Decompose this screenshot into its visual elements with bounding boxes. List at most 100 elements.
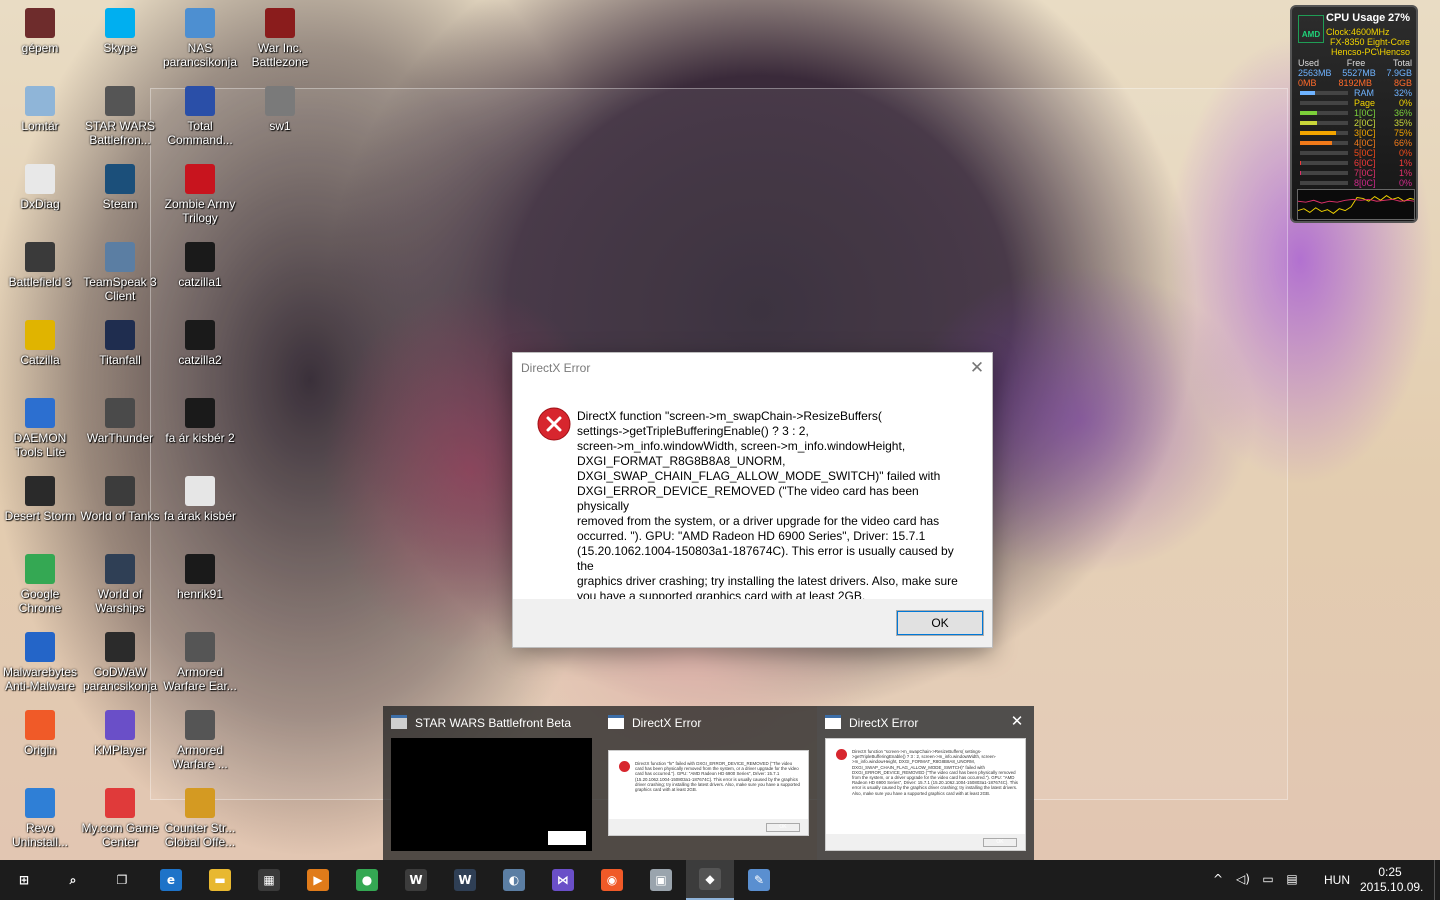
swap-total: 8GB — [1393, 78, 1412, 88]
desktop-icon[interactable]: Desert Storm — [0, 470, 80, 546]
meter-value: 0% — [1398, 178, 1412, 188]
desktop-icon[interactable]: My.com Game Center — [80, 782, 160, 858]
desktop-icon[interactable]: NAS parancsikonja — [160, 2, 240, 78]
taskbar-origin[interactable]: ◉ — [588, 860, 636, 900]
desktop-icon-label: Titanfall — [99, 353, 141, 367]
desktop-icon[interactable]: Battlefield 3 — [0, 236, 80, 312]
desktop-icon[interactable]: Catzilla — [0, 314, 80, 390]
gadget-meter-row: 5[0C] 0% — [1298, 148, 1412, 158]
notifications-icon[interactable]: ▤ — [1282, 872, 1302, 888]
desktop-icon[interactable]: Malwarebytes Anti-Malware — [0, 626, 80, 702]
tray-chevron-icon[interactable]: ^ — [1210, 872, 1226, 888]
file-icon — [185, 242, 215, 272]
search-button[interactable]: ⌕ — [49, 860, 97, 900]
desktop-icon[interactable]: World of Tanks — [80, 470, 160, 546]
folder-icon: ▬ — [209, 869, 231, 891]
gadget-meter-row: Page 0% — [1298, 98, 1412, 108]
taskbar-edge[interactable]: e — [147, 860, 195, 900]
desktop-icon[interactable]: Titanfall — [80, 314, 160, 390]
desktop-icon-label: catzilla2 — [178, 353, 222, 367]
desktop-icon[interactable]: Revo Uninstall... — [0, 782, 80, 858]
taskbar-thumbnail[interactable]: DirectX Error DirectX function "hr" faile… — [600, 706, 817, 860]
desktop-icon[interactable]: Counter Str... Global Offe... — [160, 782, 240, 858]
media-player-icon: ▶ — [307, 869, 329, 891]
input-language[interactable]: HUN — [1324, 873, 1350, 887]
desktop-icon[interactable]: TeamSpeak 3 Client — [80, 236, 160, 312]
taskbar-thumbnail[interactable]: STAR WARS Battlefront Beta — [383, 706, 600, 860]
meter-bar — [1300, 91, 1348, 95]
star-wars-icon — [391, 715, 407, 729]
desktop-icon-label: Catzilla — [20, 353, 60, 367]
desktop-icon[interactable]: CoDWaW parancsikonja — [80, 626, 160, 702]
desktop-icon[interactable]: gépem — [0, 2, 80, 78]
desktop-icon-label: Origin — [23, 743, 56, 757]
desktop-icon-label: World of Warships — [95, 587, 145, 615]
taskbar-thumbnail[interactable]: DirectX Error ✕ DirectX function "screen->… — [817, 706, 1034, 860]
taskbar-kmplayer[interactable]: ⋈ — [539, 860, 587, 900]
desktop-icon[interactable]: Lomtár — [0, 80, 80, 156]
desktop-icon[interactable]: fa árak kisbér — [160, 470, 240, 546]
desktop-icon[interactable]: WarThunder — [80, 392, 160, 468]
desktop-icon[interactable]: DAEMON Tools Lite — [0, 392, 80, 468]
desktop-icon[interactable]: sw1 — [240, 80, 320, 156]
desktop-icon[interactable]: fa ár kisbér 2 — [160, 392, 240, 468]
start-button[interactable]: ⊞ — [0, 860, 48, 900]
taskbar-store[interactable]: ▦ — [245, 860, 293, 900]
mini-ok-button: OK — [766, 823, 800, 832]
tray-clock[interactable]: 0:25 2015.10.09. — [1360, 865, 1423, 895]
desktop-icon[interactable]: World of Warships — [80, 548, 160, 624]
taskbar-world-of-warships[interactable]: W — [441, 860, 489, 900]
meter-value: 0% — [1398, 98, 1412, 108]
volume-icon[interactable]: ◁) — [1232, 872, 1254, 888]
desktop-icon[interactable]: STAR WARS Battlefron... — [80, 80, 160, 156]
taskbar-chrome[interactable]: ● — [343, 860, 391, 900]
desktop-icon[interactable]: henrik91 — [160, 548, 240, 624]
error-message-line: DirectX function "screen->m_swapChain->R… — [577, 409, 882, 423]
desktop-icon[interactable]: catzilla2 — [160, 314, 240, 390]
star-wars-icon — [105, 86, 135, 116]
show-desktop-button[interactable] — [1434, 860, 1440, 900]
desert-storm-icon — [25, 476, 55, 506]
desktop-icon-label: War Inc. Battlezone — [251, 41, 309, 69]
war-thunder-icon — [105, 398, 135, 428]
task-view-button[interactable]: ❐ — [98, 860, 146, 900]
host-name: Hencso-PC\Hencso — [1330, 47, 1410, 57]
desktop-icon-label: fa árak kisbér — [163, 509, 237, 523]
thumbnail-title: DirectX Error — [632, 716, 702, 730]
desktop-icon[interactable]: KMPlayer — [80, 704, 160, 780]
desktop-icon[interactable]: Origin — [0, 704, 80, 780]
desktop-icon[interactable]: Total Command... — [160, 80, 240, 156]
taskbar-dxdiag[interactable]: ▣ — [637, 860, 685, 900]
ok-button[interactable]: OK — [896, 610, 984, 636]
error-message-line: occurred. "). GPU: "AMD Radeon HD 6900 S… — [577, 529, 926, 543]
desktop-icon[interactable]: Zombie Army Trilogy — [160, 158, 240, 234]
csgo-icon — [185, 788, 215, 818]
taskbar-file-explorer[interactable]: ▬ — [196, 860, 244, 900]
thumbnail-close-button[interactable]: ✕ — [1008, 712, 1026, 732]
desktop-icon[interactable]: Google Chrome — [0, 548, 80, 624]
desktop-icon[interactable]: Steam — [80, 158, 160, 234]
desktop-icon[interactable]: Armored Warfare ... — [160, 704, 240, 780]
desktop-icon[interactable]: Skype — [80, 2, 160, 78]
desktop-icon[interactable]: War Inc. Battlezone — [240, 2, 320, 78]
network-icon[interactable]: ▭ — [1258, 872, 1278, 888]
desktop-icon[interactable]: DxDiag — [0, 158, 80, 234]
dialog-titlebar[interactable]: DirectX Error ✕ — [513, 353, 992, 383]
taskbar-teamspeak[interactable]: ◐ — [490, 860, 538, 900]
taskbar-star-wars[interactable]: ◆ — [686, 860, 734, 900]
meter-label: 8[0C] — [1354, 178, 1376, 188]
mem-free: 5527MB — [1342, 68, 1376, 78]
taskbar-world-of-tanks[interactable]: W — [392, 860, 440, 900]
error-message-line: screen->m_info.windowWidth, screen->m_in… — [577, 439, 906, 453]
taskbar-paint[interactable]: ✎ — [735, 860, 783, 900]
meter-bar — [1300, 111, 1348, 115]
cpu-usage-gadget[interactable]: AMD CPU Usage 27% Clock:4600MHz FX-8350 … — [1290, 5, 1418, 223]
error-message-line: (15.20.1062.1004-150803a1-187674C). This… — [577, 544, 954, 573]
cpu-name: FX-8350 Eight-Core — [1329, 37, 1410, 47]
taskbar-media-player[interactable]: ▶ — [294, 860, 342, 900]
desktop-icon[interactable]: Armored Warfare Ear... — [160, 626, 240, 702]
meter-value: 35% — [1393, 118, 1412, 128]
desktop-icon[interactable]: catzilla1 — [160, 236, 240, 312]
dialog-close-button[interactable]: ✕ — [966, 357, 988, 379]
thumbnail-title: STAR WARS Battlefront Beta — [415, 716, 572, 730]
